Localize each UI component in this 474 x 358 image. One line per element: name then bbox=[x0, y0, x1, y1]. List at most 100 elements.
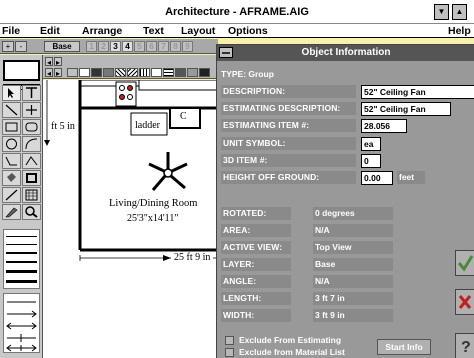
unit-symbol-field[interactable]: ea bbox=[361, 137, 381, 151]
menu-text[interactable]: Text bbox=[143, 25, 164, 37]
pattern-swatch[interactable] bbox=[91, 68, 102, 77]
pattern-swatch[interactable] bbox=[187, 68, 198, 77]
start-info-button[interactable]: Start Info bbox=[377, 339, 431, 355]
line-weight-option[interactable] bbox=[6, 270, 37, 273]
pattern-swatch[interactable] bbox=[163, 68, 174, 77]
estimating-item-field[interactable]: 28.056 bbox=[361, 119, 407, 133]
circle-tool[interactable] bbox=[2, 136, 21, 152]
menu-options[interactable]: Options bbox=[228, 25, 268, 37]
drawing-canvas[interactable]: ft 5 in ladder C Living/Dining Room 25'3… bbox=[43, 80, 218, 358]
freehand-tool[interactable] bbox=[22, 153, 41, 169]
layer-3-button[interactable]: 3 bbox=[110, 41, 121, 52]
menu-edit[interactable]: Edit bbox=[40, 25, 60, 37]
pattern-swatch[interactable] bbox=[79, 68, 90, 77]
estimating-description-label: ESTIMATING DESCRIPTION: bbox=[221, 102, 356, 115]
zoom-icon bbox=[25, 206, 38, 218]
pattern-swatch[interactable] bbox=[151, 68, 162, 77]
menu-arrange[interactable]: Arrange bbox=[82, 25, 122, 37]
layer-7-button[interactable]: 7 bbox=[158, 41, 169, 52]
item-3d-field[interactable]: 0 bbox=[361, 154, 381, 168]
crop-tool[interactable] bbox=[22, 170, 41, 186]
pattern-scroll-right-2[interactable]: ▸ bbox=[54, 68, 62, 78]
exclude-material-label: Exclude from Material List bbox=[239, 347, 345, 357]
estimating-description-field[interactable]: 52" Ceiling Fan bbox=[361, 102, 451, 116]
layer-1-button[interactable]: 1 bbox=[86, 41, 97, 52]
pattern-scroll-left[interactable]: ◂ bbox=[45, 57, 53, 67]
pattern-swatch[interactable] bbox=[199, 68, 210, 77]
height-off-ground-field[interactable]: 0.00 bbox=[361, 171, 393, 185]
x-icon bbox=[458, 295, 472, 309]
freehand-icon bbox=[25, 156, 38, 166]
menu-help[interactable]: Help bbox=[448, 25, 471, 37]
polyline-icon bbox=[5, 156, 17, 166]
width-label: WIDTH: bbox=[221, 309, 291, 322]
line-weight-palette[interactable] bbox=[3, 229, 40, 289]
angle-label: ANGLE: bbox=[221, 275, 291, 288]
text-tool-icon bbox=[26, 87, 37, 98]
active-layer-selector[interactable]: Base bbox=[44, 41, 80, 52]
estimating-item-label: ESTIMATING ITEM #: bbox=[221, 119, 356, 132]
pattern-strip: ◂ ▸ ◂ ▸ bbox=[43, 55, 218, 79]
line-weight-option[interactable] bbox=[6, 261, 37, 263]
eraser-tool[interactable] bbox=[2, 187, 21, 203]
pointer-icon bbox=[8, 88, 14, 98]
pattern-swatch[interactable] bbox=[139, 68, 150, 77]
exclude-estimating-checkbox[interactable] bbox=[225, 336, 234, 345]
pattern-swatch[interactable] bbox=[127, 68, 138, 77]
active-view-value: Top View bbox=[313, 241, 393, 254]
layer-6-button[interactable]: 6 bbox=[146, 41, 157, 52]
minimize-button[interactable]: ▼ bbox=[434, 4, 449, 20]
line-weight-option[interactable] bbox=[6, 280, 37, 283]
cross-tool[interactable] bbox=[22, 102, 41, 118]
ceiling-fan-icon[interactable] bbox=[148, 152, 188, 191]
description-field[interactable]: 52" Ceiling Fan bbox=[361, 85, 474, 99]
tool-palette bbox=[0, 55, 43, 358]
exclude-material-checkbox[interactable] bbox=[225, 348, 234, 357]
crop-icon bbox=[26, 173, 37, 183]
layer-value: Base bbox=[313, 258, 393, 271]
pattern-swatch[interactable] bbox=[175, 68, 186, 77]
pattern-swatch[interactable] bbox=[103, 68, 114, 77]
line-weight-option[interactable] bbox=[6, 244, 37, 245]
pattern-scroll-left-2[interactable]: ◂ bbox=[45, 68, 53, 78]
line-tool[interactable] bbox=[2, 102, 21, 118]
polyline-tool[interactable] bbox=[2, 153, 21, 169]
pattern-swatch[interactable] bbox=[67, 68, 78, 77]
pattern-swatch[interactable] bbox=[115, 68, 126, 77]
layer-2-button[interactable]: 2 bbox=[98, 41, 109, 52]
app-title: Architecture - AFRAME.AIG bbox=[165, 6, 309, 18]
layer-add-button[interactable]: + bbox=[2, 41, 14, 52]
zoom-tool[interactable] bbox=[22, 204, 41, 220]
line-weight-option[interactable] bbox=[6, 236, 37, 237]
maximize-button[interactable]: ▲ bbox=[452, 4, 467, 20]
menu-file[interactable]: File bbox=[2, 25, 20, 37]
object-type-label: TYPE: Group bbox=[221, 69, 274, 79]
pencil-tool[interactable] bbox=[2, 204, 21, 220]
cancel-button[interactable] bbox=[455, 289, 474, 315]
text-tool[interactable] bbox=[22, 85, 41, 101]
line-style-preview[interactable] bbox=[3, 60, 40, 81]
layer-5-button[interactable]: 5 bbox=[134, 41, 145, 52]
rectangle-tool[interactable] bbox=[2, 119, 21, 135]
menu-bar: File Edit Arrange Text Layout Options He… bbox=[0, 24, 474, 38]
closet-c-label: C bbox=[180, 111, 187, 122]
check-icon bbox=[457, 255, 474, 272]
exclude-estimating-label: Exclude From Estimating bbox=[239, 335, 342, 345]
rounded-rect-tool[interactable] bbox=[22, 119, 41, 135]
fill-tool[interactable] bbox=[2, 170, 21, 186]
ladder-label: ladder bbox=[135, 120, 160, 131]
pattern-scroll-right[interactable]: ▸ bbox=[54, 57, 62, 67]
layer-remove-button[interactable]: - bbox=[15, 41, 27, 52]
menu-layout[interactable]: Layout bbox=[181, 25, 215, 37]
grid-tool[interactable] bbox=[22, 187, 41, 203]
layer-8-button[interactable]: 8 bbox=[170, 41, 181, 52]
help-button[interactable]: ? bbox=[455, 333, 474, 358]
arc-tool[interactable] bbox=[22, 136, 41, 152]
ok-button[interactable] bbox=[455, 250, 474, 276]
pointer-tool[interactable] bbox=[2, 85, 21, 101]
arrow-style-palette[interactable] bbox=[3, 293, 40, 353]
line-weight-option[interactable] bbox=[6, 252, 37, 254]
layer-9-button[interactable]: 9 bbox=[182, 41, 193, 52]
layer-4-button[interactable]: 4 bbox=[122, 41, 133, 52]
active-view-label: ACTIVE VIEW: bbox=[221, 241, 291, 254]
